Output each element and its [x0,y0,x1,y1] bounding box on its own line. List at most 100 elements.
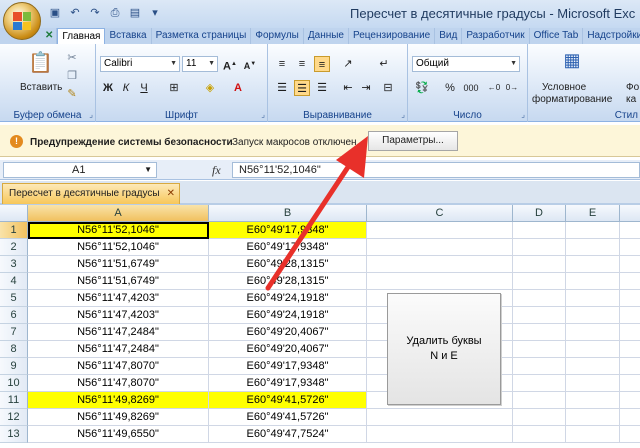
increase-indent-icon[interactable]: ⇥ [358,80,374,96]
cell[interactable]: N56°11'51,6749" [28,256,209,273]
cell[interactable] [513,324,566,341]
cell[interactable] [620,341,640,358]
row-header[interactable]: 3 [0,256,28,273]
close-icon[interactable]: ✕ [167,184,175,204]
merge-center-icon[interactable]: ⊟ [380,80,396,96]
tab-5[interactable]: Рецензирование [349,28,436,44]
format-table-label-2[interactable]: ка [626,94,636,105]
cell[interactable]: E60°49'41,5726" [209,392,367,409]
row-header[interactable]: 12 [0,409,28,426]
formula-input[interactable]: N56°11'52,1046" [232,162,640,178]
font-launcher-icon[interactable]: ⌟ [261,110,265,119]
align-center-icon[interactable]: ☰ [294,80,310,96]
cell[interactable] [566,341,620,358]
cell[interactable]: N56°11'51,6749" [28,273,209,290]
cell[interactable]: E60°49'20,4067" [209,324,367,341]
clipboard-launcher-icon[interactable]: ⌟ [89,110,93,119]
cell[interactable] [620,239,640,256]
undo-icon[interactable]: ↶ [68,6,82,20]
cell[interactable] [367,222,513,239]
cell[interactable] [367,426,513,443]
cell[interactable]: E60°49'17,9348" [209,375,367,392]
tab-0[interactable]: Главная [57,28,106,44]
cell[interactable] [566,426,620,443]
tab-9[interactable]: Надстройки [583,28,640,44]
cell[interactable] [566,307,620,324]
cell[interactable]: N56°11'47,4203" [28,290,209,307]
number-launcher-icon[interactable]: ⌟ [521,110,525,119]
select-all-corner[interactable] [0,205,28,222]
font-color-icon[interactable]: A [230,80,246,96]
copy-icon[interactable]: ❐ [64,68,80,84]
tab-1[interactable]: Вставка [105,28,152,44]
cell[interactable] [566,392,620,409]
cell[interactable] [513,358,566,375]
align-bottom-icon[interactable]: ≡ [314,56,330,72]
thousands-button[interactable]: 000 [460,80,482,96]
row-header[interactable]: 7 [0,324,28,341]
decrease-indent-icon[interactable]: ⇤ [340,80,356,96]
cell[interactable] [513,273,566,290]
column-header-c[interactable]: C [367,205,513,222]
cell[interactable]: E60°49'24,1918" [209,290,367,307]
document-tab[interactable]: Пересчет в десятичные градусы ✕ [2,183,180,204]
cell[interactable]: E60°49'28,1315" [209,256,367,273]
cell[interactable] [620,273,640,290]
format-table-label-1[interactable]: Фо [626,82,639,93]
cell[interactable] [620,324,640,341]
column-header-e[interactable]: E [566,205,620,222]
row-header[interactable]: 4 [0,273,28,290]
cell[interactable] [566,239,620,256]
print-preview-icon[interactable]: ⎙ [108,6,122,20]
underline-button[interactable]: Ч [136,80,152,96]
align-top-icon[interactable]: ≡ [274,56,290,72]
paste-icon[interactable]: 📋 [28,50,53,76]
cell[interactable]: E60°49'20,4067" [209,341,367,358]
cell[interactable]: E60°49'17,9348" [209,358,367,375]
bold-button[interactable]: Ж [100,80,116,96]
cell[interactable]: N56°11'47,2484" [28,324,209,341]
row-header[interactable]: 8 [0,341,28,358]
cell[interactable]: N56°11'47,8070" [28,375,209,392]
grow-font-icon[interactable]: A▲ [222,56,238,73]
cell[interactable]: E60°49'17,9348" [209,239,367,256]
cell[interactable] [513,290,566,307]
options-button[interactable]: Параметры... [368,131,458,151]
cell[interactable] [566,290,620,307]
cell[interactable] [367,273,513,290]
cell[interactable] [620,392,640,409]
shrink-font-icon[interactable]: A▼ [242,56,258,72]
align-right-icon[interactable]: ☰ [314,80,330,96]
cell[interactable]: N56°11'52,1046" [28,239,209,256]
cell[interactable] [620,409,640,426]
cell[interactable] [620,375,640,392]
format-painter-icon[interactable]: ✎ [64,86,80,102]
cell[interactable] [513,426,566,443]
column-header-d[interactable]: D [513,205,566,222]
row-header[interactable]: 13 [0,426,28,443]
remove-letters-macro-button[interactable]: Удалить буквы N и E [387,293,501,405]
column-header-b[interactable]: B [209,205,367,222]
increase-decimal-icon[interactable]: ←0 [486,80,502,96]
office-button[interactable] [3,2,41,40]
cell[interactable] [620,426,640,443]
cell[interactable]: N56°11'49,6550" [28,426,209,443]
cell[interactable] [566,256,620,273]
alignment-launcher-icon[interactable]: ⌟ [401,110,405,119]
cell[interactable]: E60°49'47,7524" [209,426,367,443]
italic-button[interactable]: К [118,80,134,96]
cell[interactable]: N56°11'47,4203" [28,307,209,324]
row-header[interactable]: 2 [0,239,28,256]
cell[interactable] [513,409,566,426]
cell[interactable]: N56°11'47,8070" [28,358,209,375]
cell[interactable] [367,256,513,273]
cell[interactable]: N56°11'47,2484" [28,341,209,358]
row-header[interactable]: 10 [0,375,28,392]
qat-dropdown-icon[interactable]: ▾ [148,6,162,20]
cell[interactable] [367,239,513,256]
number-format-combo[interactable]: Общий ▼ [412,56,520,72]
cell[interactable] [513,375,566,392]
cell[interactable] [620,222,640,239]
tab-2[interactable]: Разметка страницы [152,28,252,44]
cell[interactable] [566,358,620,375]
